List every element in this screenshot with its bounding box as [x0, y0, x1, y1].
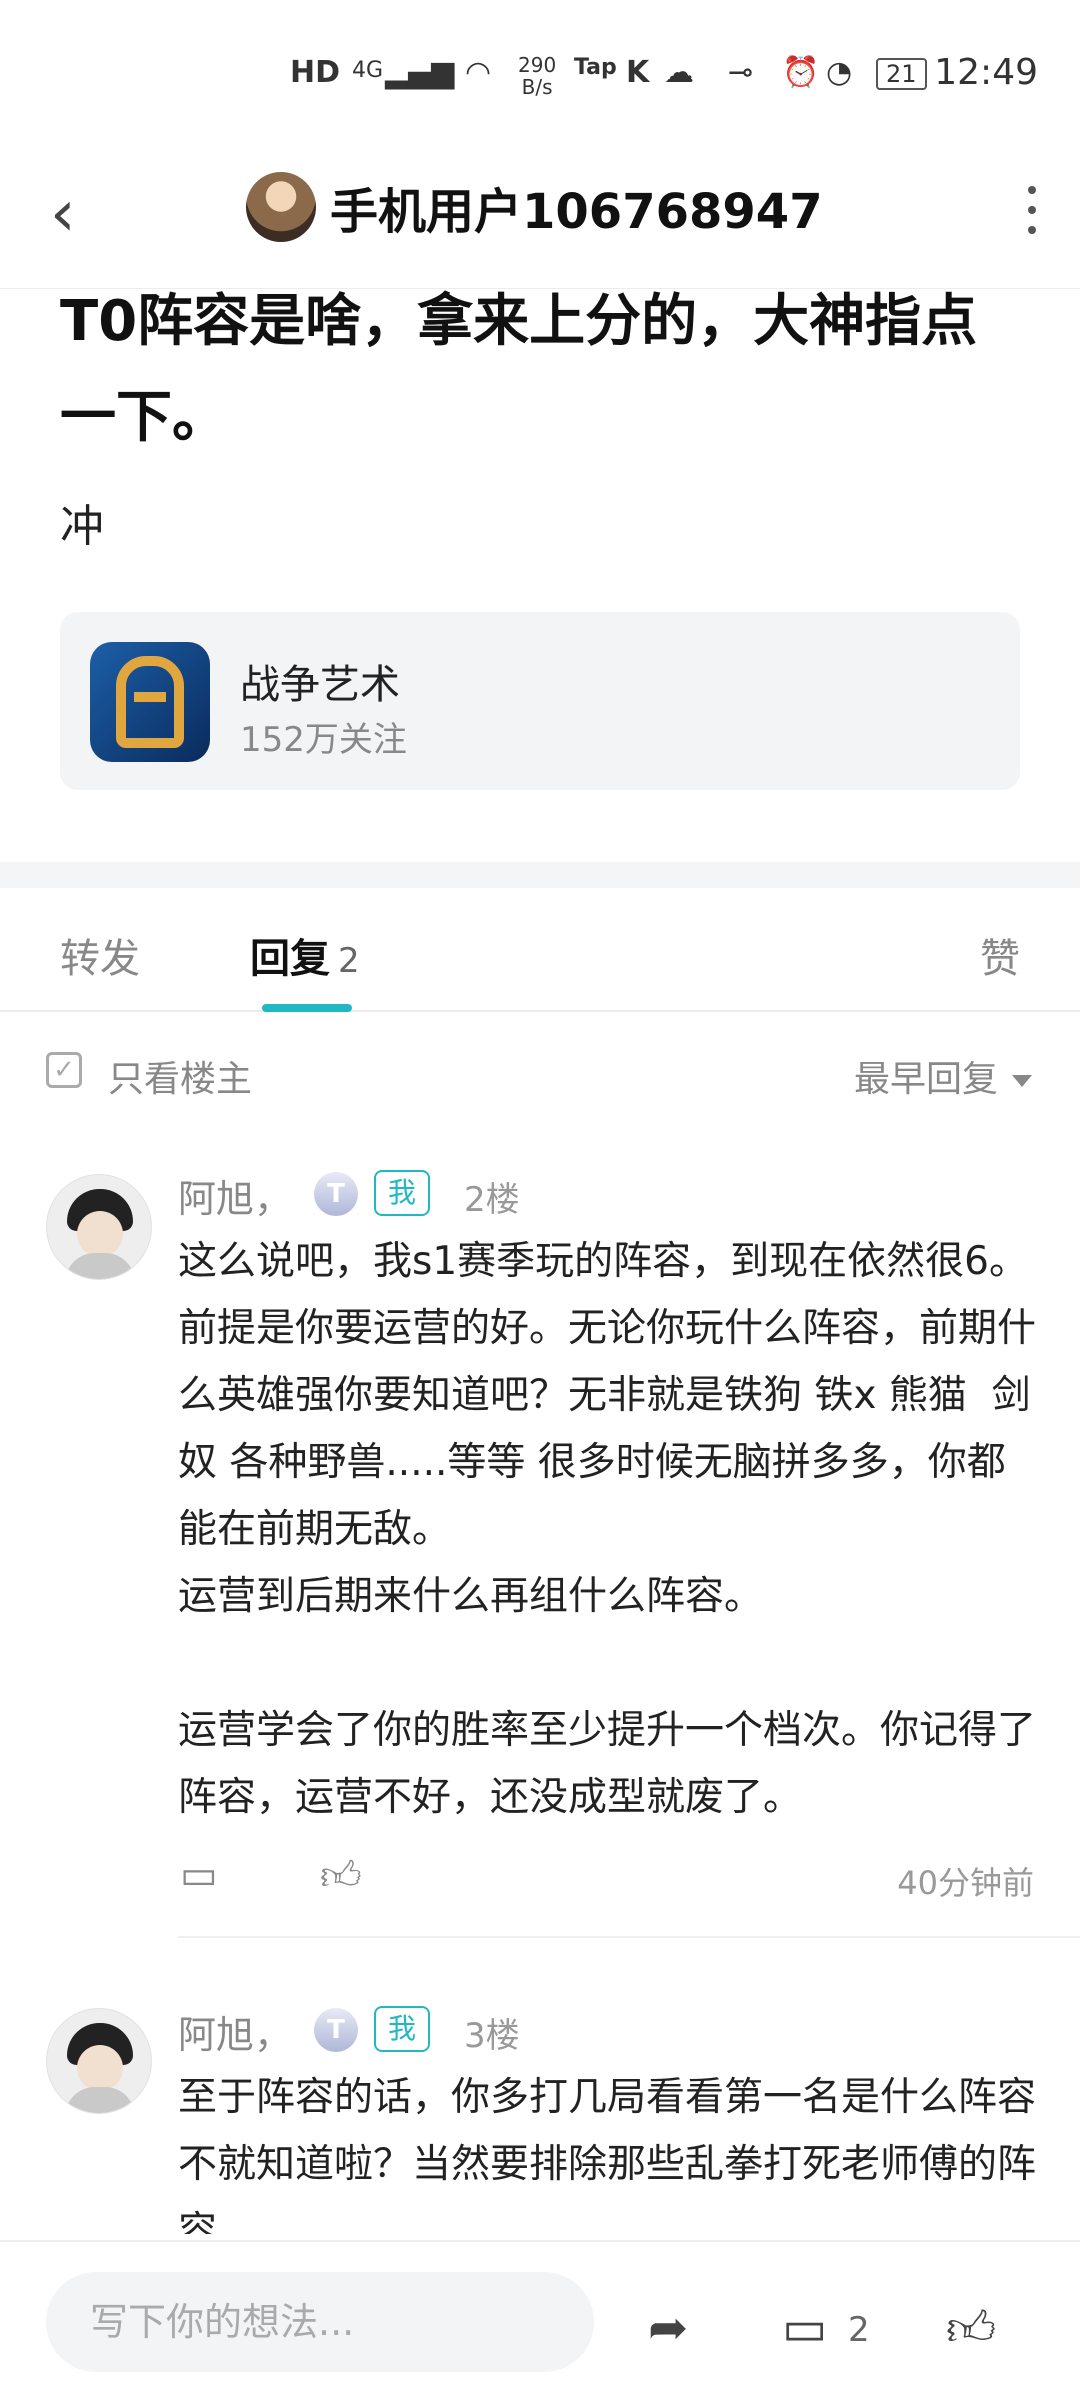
page-title[interactable]: 手机用户106768947 — [330, 172, 823, 242]
net-speed: 290 B/s — [518, 53, 557, 99]
me-tag: 我 — [374, 1170, 431, 1216]
share-icon[interactable]: ➦ — [648, 2300, 688, 2356]
speedometer-icon: ◔ — [826, 55, 853, 90]
back-icon[interactable]: ‹ — [50, 182, 76, 246]
wifi-icon: ◠ — [465, 55, 492, 90]
battery-icon: 21 — [876, 58, 927, 90]
avatar[interactable] — [46, 2008, 152, 2114]
status-bar: HD 4G ▂▄▆ ◠ 290 B/s Tap K ☁ ⊸ ⏰ ◔ 21 12:… — [0, 0, 1080, 150]
tab-forward[interactable]: 转发 — [60, 926, 140, 984]
comment-author[interactable]: 阿旭， — [178, 2004, 292, 2059]
level-badge-icon: T — [314, 1172, 358, 1216]
only-op-label[interactable]: 只看楼主 — [108, 1050, 252, 1102]
alarm-icon: ⏰ — [782, 55, 820, 90]
tab-indicator — [262, 1004, 352, 1012]
thumb-up-icon[interactable]: 👍︎ — [946, 2300, 996, 2358]
tab-like[interactable]: 赞 — [980, 926, 1020, 984]
top-bar: ‹ 手机用户106768947 — [0, 150, 1080, 289]
wechat-icon: ☁ — [664, 55, 694, 90]
network-type: 4G — [352, 58, 384, 83]
clock: 12:49 — [934, 52, 1038, 93]
sort-dropdown[interactable]: 最早回复 — [854, 1050, 1032, 1102]
section-divider — [0, 862, 1080, 888]
hd-indicator: HD — [290, 55, 341, 90]
game-logo-icon — [90, 642, 210, 762]
comment-count: 2 — [848, 2310, 870, 2350]
tab-reply[interactable]: 回复 2 — [250, 926, 360, 984]
game-name: 战争艺术 — [240, 662, 400, 708]
comment-divider — [178, 1936, 1080, 1938]
post-title: T0阵容是啥，拿来上分的，大神指点一下。 — [60, 289, 978, 450]
comment-time: 40分钟前 — [897, 1864, 1034, 1902]
game-followers: 152万关注 — [240, 720, 407, 760]
comment-author[interactable]: 阿旭， — [178, 1168, 292, 1223]
dropdown-icon — [1012, 1075, 1032, 1087]
bottom-bar: ➦ ▭ 2 👍︎ — [0, 2240, 1080, 2402]
signal-icon: ▂▄▆ — [385, 55, 455, 90]
key-icon: ⊸ — [728, 55, 754, 90]
comment-text: 这么说吧，我s1赛季玩的阵容，到现在依然很6。前提是你要运营的好。无论你玩什么阵… — [178, 1239, 1037, 1820]
me-tag: 我 — [374, 2006, 431, 2052]
tabs-divider — [0, 1010, 1080, 1012]
level-badge-icon: T — [314, 2008, 358, 2052]
more-icon[interactable] — [1028, 186, 1036, 246]
tab-reply-count: 2 — [338, 941, 360, 981]
tab-reply-label: 回复 — [250, 936, 330, 982]
only-op-checkbox[interactable]: ✓ — [46, 1052, 82, 1088]
avatar[interactable] — [246, 172, 316, 242]
k-app-icon: K — [626, 55, 650, 90]
floor-number: 3楼 — [464, 2016, 520, 2056]
comment-text: 至于阵容的话，你多打几局看看第一名是什么阵容不就知道啦？当然要排除那些乱拳打死老… — [178, 2075, 1037, 2234]
sort-label: 最早回复 — [853, 1059, 998, 1100]
game-card[interactable]: 战争艺术 152万关注 — [60, 612, 1020, 790]
post-body: 冲 — [60, 501, 104, 552]
tap-icon: Tap — [574, 55, 617, 80]
avatar[interactable] — [46, 1174, 152, 1280]
floor-number: 2楼 — [464, 1180, 520, 1220]
comment-input[interactable] — [46, 2272, 594, 2372]
reply-comment-icon[interactable]: ▭ — [180, 1852, 218, 1898]
thumb-up-icon[interactable]: 👍︎ — [320, 1852, 362, 1900]
comment-icon[interactable]: ▭ — [782, 2300, 827, 2356]
